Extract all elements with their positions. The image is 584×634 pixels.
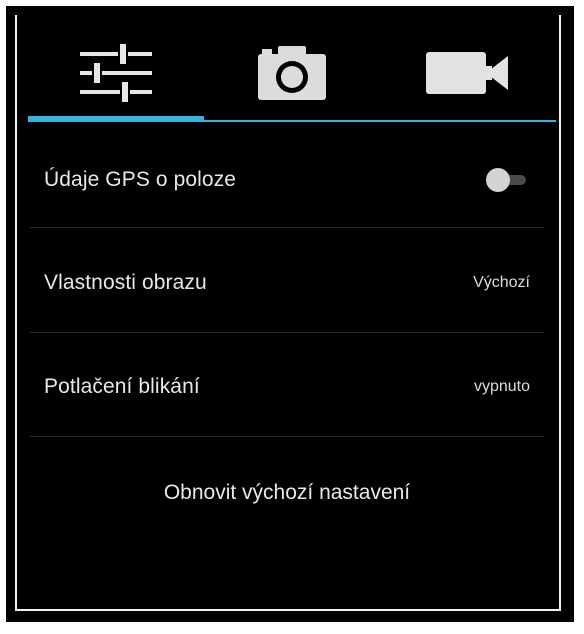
flicker-suppression-value: vypnuto: [473, 378, 530, 395]
flicker-suppression-row[interactable]: Potlačení blikání vypnuto: [30, 357, 544, 417]
image-properties-value: Výchozí: [473, 274, 530, 291]
image-properties-label: Vlastnosti obrazu: [44, 271, 207, 294]
tab-video[interactable]: [380, 28, 556, 118]
tab-active-indicator: [28, 116, 204, 122]
toggle-thumb: [486, 168, 510, 192]
video-camera-icon: [426, 48, 510, 98]
image-properties-row[interactable]: Vlastnosti obrazu Výchozí: [30, 253, 544, 313]
flicker-suppression-label: Potlačení blikání: [44, 375, 200, 398]
camera-icon: [252, 42, 332, 104]
tab-camera[interactable]: [204, 28, 380, 118]
settings-sliders-icon: [80, 42, 152, 104]
divider: [30, 227, 544, 228]
tab-settings[interactable]: [28, 28, 204, 118]
divider: [30, 436, 544, 437]
gps-location-label: Údaje GPS o poloze: [44, 168, 237, 191]
gps-location-toggle[interactable]: [484, 167, 528, 193]
gps-location-row[interactable]: Údaje GPS o poloze: [30, 150, 544, 210]
reset-defaults-button[interactable]: Obnovit výchozí nastavení: [30, 468, 544, 518]
divider: [30, 332, 544, 333]
tab-bar: [28, 28, 556, 124]
